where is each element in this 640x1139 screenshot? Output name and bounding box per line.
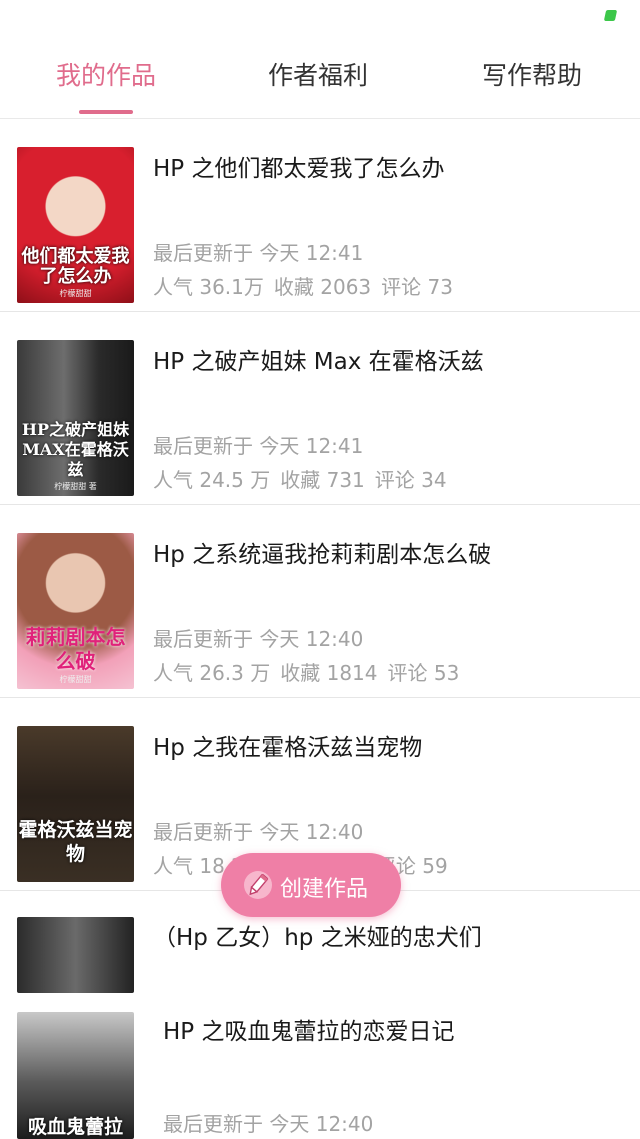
book-cover[interactable]: 吸血鬼蕾拉	[17, 1012, 134, 1139]
create-work-label: 创建作品	[280, 877, 369, 902]
last-updated: 最后更新于 今天 12:40	[153, 627, 364, 651]
book-cover: HP之破产姐妹MAX在霍格沃兹 柠檬甜甜 著	[17, 340, 134, 496]
battery-icon	[603, 10, 618, 21]
work-title: Hp 之我在霍格沃兹当宠物	[153, 735, 423, 761]
book-cover: 他们都太爱我了怎么办 柠檬甜甜	[17, 147, 134, 303]
status-bar	[0, 0, 640, 30]
book-cover: 霍格沃兹当宠物	[17, 726, 134, 882]
work-item[interactable]: 他们都太爱我了怎么办 柠檬甜甜 HP 之他们都太爱我了怎么办 最后更新于 今天 …	[0, 119, 640, 312]
create-work-button[interactable]: 创建作品	[221, 853, 401, 917]
tab-author-benefits[interactable]: 作者福利	[212, 56, 424, 92]
favorites-count: 收藏 2063	[273, 275, 372, 299]
works-list: 他们都太爱我了怎么办 柠檬甜甜 HP 之他们都太爱我了怎么办 最后更新于 今天 …	[0, 119, 640, 891]
cover-title: 莉莉剧本怎么破	[25, 625, 126, 673]
comments-count: 评论 53	[387, 661, 460, 685]
last-updated: 最后更新于 今天 12:40	[163, 1112, 374, 1136]
work-stats: 人气 24.5 万收藏 731 评论 34	[153, 464, 457, 493]
cover-author: 柠檬甜甜	[59, 289, 92, 298]
work-item[interactable]: 莉莉剧本怎么破 柠檬甜甜 Hp 之系统逼我抢莉莉剧本怎么破 最后更新于 今天 1…	[0, 505, 640, 698]
popularity-count: 人气 36.1万	[153, 275, 264, 299]
favorites-count: 收藏 1814	[280, 661, 378, 685]
works-list-overflow: （Hp 乙女）hp 之米娅的忠犬们 吸血鬼蕾拉 HP 之吸血鬼蕾拉的恋爱日记 最…	[0, 898, 640, 1139]
work-title: HP 之破产姐妹 Max 在霍格沃兹	[153, 349, 484, 375]
work-item[interactable]: HP之破产姐妹MAX在霍格沃兹 柠檬甜甜 著 HP 之破产姐妹 Max 在霍格沃…	[0, 312, 640, 505]
book-cover: 莉莉剧本怎么破 柠檬甜甜	[17, 533, 134, 689]
cover-author: 柠檬甜甜 著	[54, 482, 97, 491]
work-stats: 人气 36.1万 收藏 2063 评论 73	[153, 271, 463, 300]
work-stats: 人气 26.3 万收藏 1814 评论 53	[153, 657, 469, 686]
pencil-icon	[244, 871, 272, 899]
comments-count: 评论 73	[381, 275, 453, 299]
last-updated: 最后更新于 今天 12:41	[153, 434, 364, 458]
last-updated: 最后更新于 今天 12:40	[153, 820, 364, 844]
cover-title: 吸血鬼蕾拉	[27, 1116, 123, 1138]
work-title[interactable]: （Hp 乙女）hp 之米娅的忠犬们	[153, 918, 482, 952]
work-title: Hp 之系统逼我抢莉莉剧本怎么破	[153, 542, 492, 568]
work-title: HP 之他们都太爱我了怎么办	[153, 156, 445, 182]
tab-bar: 我的作品 作者福利 写作帮助	[0, 30, 640, 119]
comments-count: 评论 34	[374, 468, 447, 492]
favorites-count: 收藏 731	[280, 468, 365, 492]
popularity-count: 人气 26.3 万	[153, 661, 271, 685]
active-tab-indicator	[79, 110, 133, 114]
last-updated: 最后更新于 今天 12:41	[153, 241, 364, 265]
work-title[interactable]: HP 之吸血鬼蕾拉的恋爱日记	[163, 1012, 454, 1046]
tab-writing-help[interactable]: 写作帮助	[424, 56, 640, 92]
popularity-count: 人气 24.5 万	[153, 468, 271, 492]
cover-title: 他们都太爱我了怎么办	[21, 246, 130, 287]
book-cover[interactable]	[17, 917, 134, 993]
cover-title: 霍格沃兹当宠物	[18, 819, 133, 865]
cover-author: 柠檬甜甜	[59, 675, 92, 684]
cover-title: HP之破产姐妹MAX在霍格沃兹	[21, 420, 130, 479]
tab-my-works[interactable]: 我的作品	[0, 56, 212, 92]
